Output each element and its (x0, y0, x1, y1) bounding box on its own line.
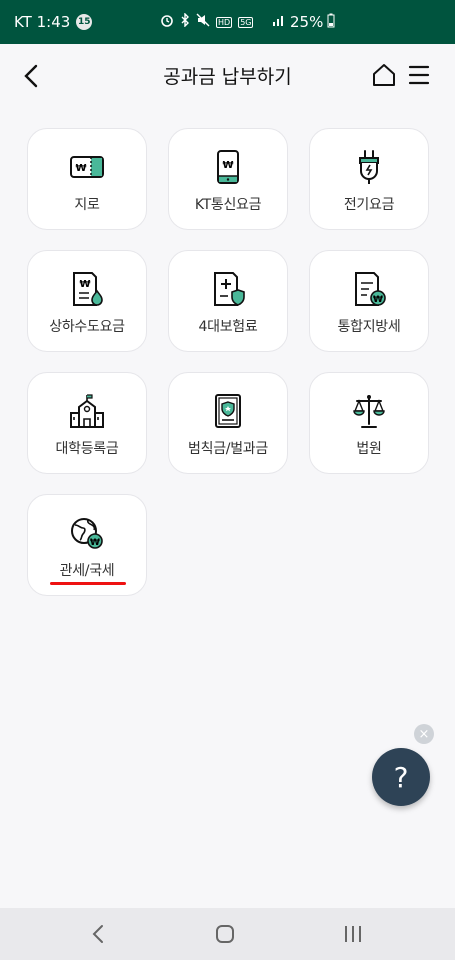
menu-button[interactable] (405, 61, 433, 89)
phone-bill-icon: ₩ (208, 149, 248, 185)
tile-label: 4대보험료 (198, 319, 258, 335)
svg-text:₩: ₩ (79, 279, 90, 290)
system-nav-bar (0, 908, 455, 960)
help-close-button[interactable]: × (414, 724, 434, 744)
plug-icon (349, 149, 389, 185)
tile-local-tax[interactable]: ₩ 통합지방세 (309, 250, 429, 352)
battery-icon (327, 13, 335, 32)
alarm-icon (160, 13, 174, 31)
hd-tag: HD (216, 16, 233, 28)
carrier-time: KT 1:43 (14, 13, 71, 31)
tile-label: 대학등록금 (55, 441, 119, 457)
battery-percent: 25% (290, 13, 324, 31)
nav-home-icon (216, 925, 234, 943)
tile-label: 관세/국세 (59, 563, 115, 579)
svg-text:₩: ₩ (75, 163, 86, 174)
tile-label: 상하수도요금 (49, 319, 125, 335)
university-icon (67, 393, 107, 429)
fine-doc-icon (208, 393, 248, 429)
giro-card-icon: ₩ (67, 149, 107, 185)
tile-label: 통합지방세 (337, 319, 401, 335)
tile-fine[interactable]: 범칙금/벌과금 (168, 372, 288, 474)
home-icon (373, 64, 395, 86)
selection-underline (50, 582, 126, 585)
mute-icon (196, 13, 210, 31)
home-button[interactable] (370, 61, 398, 89)
svg-text:₩: ₩ (90, 538, 100, 548)
status-right: 25% (272, 0, 335, 44)
app-bar: 공과금 납부하기 (0, 44, 455, 106)
status-icons: HD 5G (160, 0, 254, 44)
nav-recents-icon (345, 926, 361, 942)
tile-label: 지로 (74, 197, 100, 213)
svg-text:₩: ₩ (222, 160, 233, 171)
status-bar: KT 1:43 15 HD 5G 25% (0, 0, 455, 44)
tile-insurance[interactable]: 4대보험료 (168, 250, 288, 352)
globe-won-icon: ₩ (67, 515, 107, 551)
svg-text:₩: ₩ (373, 295, 383, 305)
nav-back-button[interactable] (86, 922, 112, 946)
tile-label: 법원 (356, 441, 382, 457)
notification-count-badge: 15 (76, 14, 93, 30)
tile-kt-telecom[interactable]: ₩ KT통신요금 (168, 128, 288, 230)
bluetooth-icon (180, 12, 190, 31)
tile-court[interactable]: 법원 (309, 372, 429, 474)
nav-home-button[interactable] (212, 922, 238, 946)
nav-back-icon (92, 925, 103, 943)
nav-recents-button[interactable] (340, 922, 366, 946)
tile-customs-national-tax[interactable]: ₩ 관세/국세 (27, 494, 147, 596)
status-left: KT 1:43 15 (14, 13, 93, 31)
tile-water[interactable]: ₩ 상하수도요금 (27, 250, 147, 352)
tile-giro[interactable]: ₩ 지로 (27, 128, 147, 230)
tile-electricity[interactable]: 전기요금 (309, 128, 429, 230)
signal-icon (272, 13, 286, 31)
local-tax-icon: ₩ (349, 271, 389, 307)
hamburger-menu-icon (408, 65, 430, 85)
scales-icon (349, 393, 389, 429)
bill-category-grid: ₩ 지로 ₩ KT통신요금 전기요금 ₩ 상하수도요금 4대보험료 ₩ 통합지방… (27, 128, 429, 596)
tile-tuition[interactable]: 대학등록금 (27, 372, 147, 474)
tile-label: 전기요금 (343, 197, 395, 213)
water-bill-icon: ₩ (67, 271, 107, 307)
insurance-doc-icon (208, 271, 248, 307)
tile-label: 범칙금/벌과금 (188, 441, 268, 457)
tile-label: KT통신요금 (194, 197, 262, 213)
5g-tag: 5G (238, 16, 254, 28)
help-button[interactable]: ? (372, 748, 430, 806)
